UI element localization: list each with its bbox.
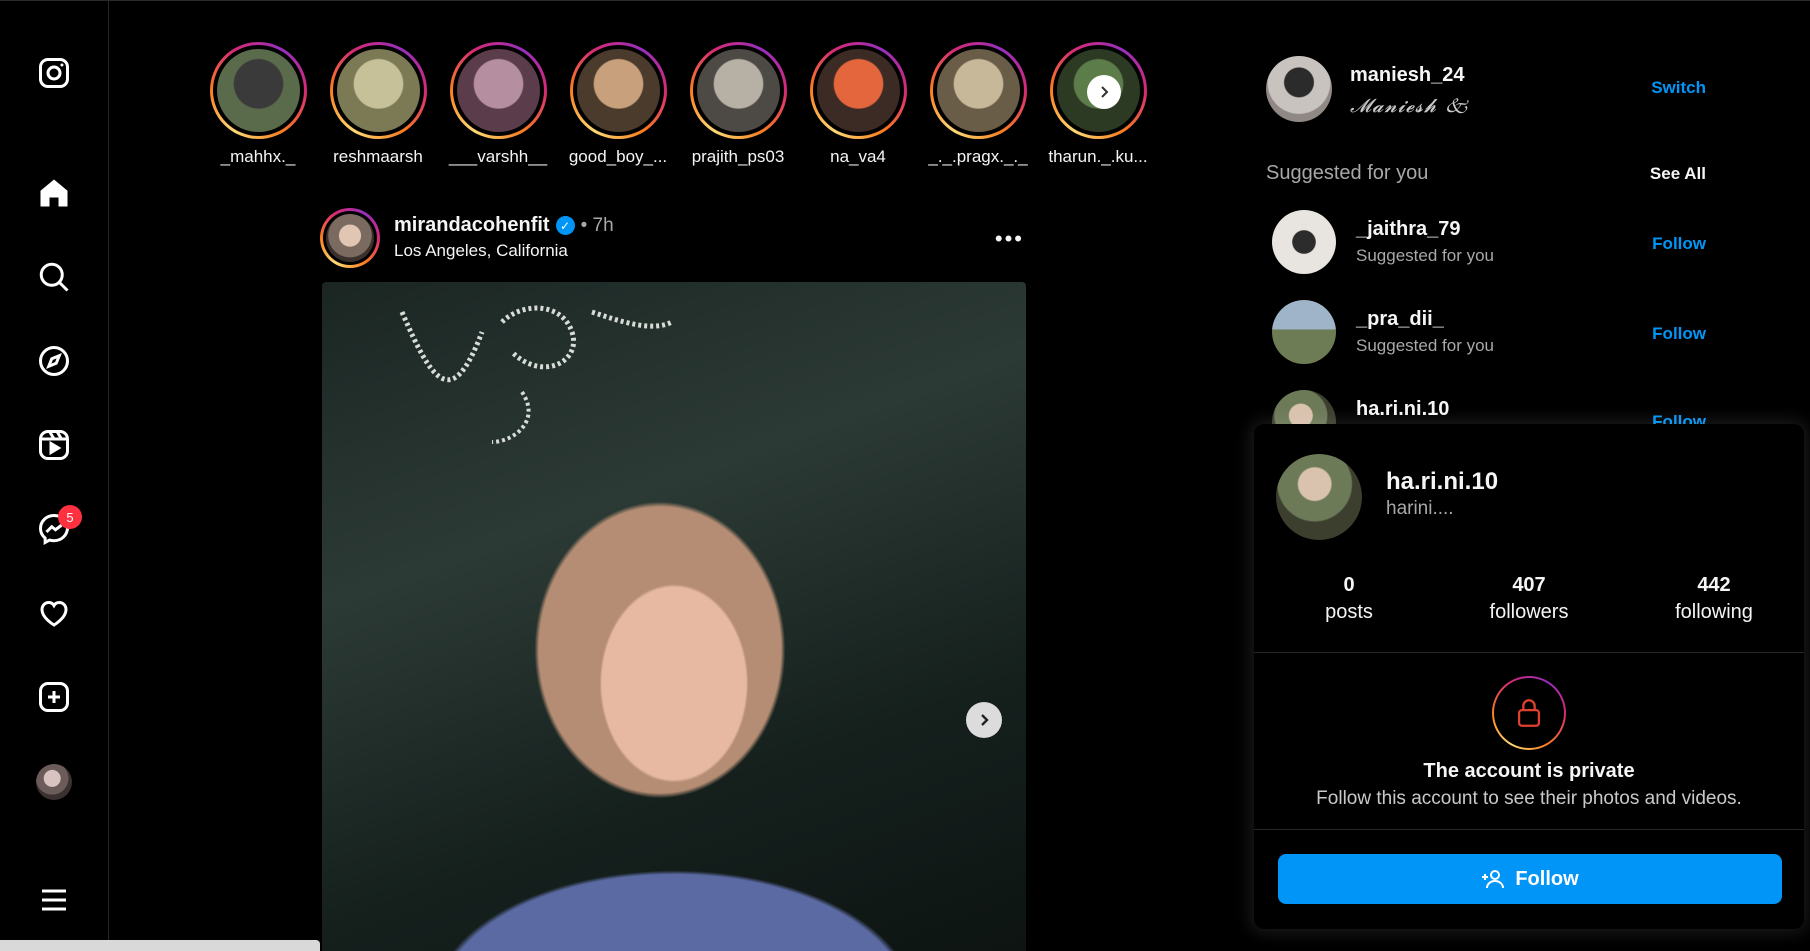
current-user-username[interactable]: maniesh_24	[1350, 64, 1465, 87]
follow-button-label: Follow	[1515, 867, 1579, 890]
chevron-right-icon	[981, 714, 989, 726]
story-avatar	[456, 49, 540, 132]
stat-label: posts	[1325, 601, 1373, 623]
create-plus-icon[interactable]	[36, 679, 72, 715]
stat-value: 442	[1697, 574, 1731, 596]
browser-status-bar	[0, 940, 320, 951]
reels-icon[interactable]	[36, 427, 72, 463]
more-options-icon[interactable]: •••	[995, 226, 1024, 252]
post-author-username[interactable]: mirandacohenfit	[394, 214, 550, 237]
explore-compass-icon[interactable]	[36, 343, 72, 379]
suggested-heading: Suggested for you	[1266, 162, 1429, 184]
lock-icon	[1492, 676, 1566, 750]
story-username: _._.pragx._._	[928, 147, 1028, 166]
hover-card-username[interactable]: ha.ri.ni.10	[1386, 468, 1498, 496]
story-username: tharun._.ku...	[1048, 147, 1148, 166]
post-location[interactable]: Los Angeles, California	[394, 241, 568, 261]
messages-badge: 5	[58, 505, 82, 529]
switch-account-button[interactable]: Switch	[1651, 78, 1706, 98]
private-account-text: Follow this account to see their photos …	[1316, 788, 1742, 809]
story-username: ___varshh__	[448, 147, 548, 166]
story-item[interactable]: na_va4	[798, 38, 918, 167]
hover-card-full-name: harini....	[1386, 498, 1454, 519]
divider	[1254, 829, 1804, 830]
post-image[interactable]	[322, 282, 1026, 951]
story-avatar	[936, 49, 1020, 132]
story-username: reshmaarsh	[333, 147, 423, 166]
follow-suggestion-button[interactable]: Follow	[1652, 324, 1706, 344]
profile-avatar[interactable]	[36, 764, 72, 800]
stat-followers: 407 followers	[1439, 574, 1619, 624]
suggestion-row: _jaithra_79 Suggested for you	[1272, 210, 1706, 276]
story-username: _mahhx._	[220, 147, 296, 166]
profile-stats: 0 posts 407 followers 442 following	[1254, 574, 1804, 630]
verified-badge-icon: ✓	[555, 216, 575, 235]
stat-label: following	[1675, 601, 1753, 623]
suggestion-avatar[interactable]	[1272, 210, 1336, 274]
story-item[interactable]: prajith_ps03	[678, 38, 798, 167]
messenger-icon[interactable]: 5	[36, 505, 82, 547]
story-avatar	[696, 49, 780, 132]
suggestion-subtitle: Suggested for you	[1356, 246, 1494, 265]
stat-value: 0	[1343, 574, 1355, 596]
story-avatar	[216, 49, 300, 132]
current-user-display-name: 𝓜𝓪𝓷𝓲𝓮𝓼𝓱 🙵	[1350, 95, 1470, 117]
hover-card-avatar[interactable]	[1276, 454, 1362, 540]
story-item[interactable]: _mahhx._	[198, 38, 318, 167]
notifications-heart-icon[interactable]	[36, 595, 72, 631]
stat-value: 407	[1512, 574, 1546, 596]
story-avatar	[816, 49, 900, 132]
suggestion-username[interactable]: ha.ri.ni.10	[1356, 398, 1449, 421]
follow-button[interactable]: Follow	[1278, 854, 1782, 904]
follow-suggestion-button[interactable]: Follow	[1652, 234, 1706, 254]
story-username: na_va4	[830, 147, 886, 166]
story-item[interactable]: good_boy_...	[558, 38, 678, 167]
profile-hover-card: ha.ri.ni.10 harini.... 0 posts 407 follo…	[1254, 424, 1804, 929]
home-icon[interactable]	[36, 175, 72, 211]
current-user-avatar[interactable]	[1266, 56, 1332, 122]
menu-hamburger-icon[interactable]	[36, 882, 72, 918]
story-item[interactable]: ___varshh__	[438, 38, 558, 167]
story-username: prajith_ps03	[691, 147, 785, 166]
private-account-title: The account is private	[1423, 760, 1635, 782]
suggestion-avatar[interactable]	[1272, 300, 1336, 364]
instagram-logo-icon[interactable]	[36, 55, 72, 91]
suggestion-username[interactable]: _pra_dii_	[1356, 308, 1444, 331]
left-sidebar: 5	[0, 0, 109, 951]
post-author-avatar[interactable]	[320, 208, 380, 268]
stat-following: 442 following	[1624, 574, 1804, 624]
neon-sign-graphic	[399, 305, 674, 444]
story-avatar	[576, 49, 660, 132]
suggestion-username[interactable]: _jaithra_79	[1356, 218, 1461, 241]
suggestion-subtitle: Suggested for you	[1356, 336, 1494, 355]
stories-next-button[interactable]	[1087, 75, 1121, 109]
see-all-button[interactable]: See All	[1650, 164, 1706, 184]
stat-label: followers	[1489, 601, 1569, 623]
story-item[interactable]: _._.pragx._._	[918, 38, 1038, 167]
top-border	[0, 0, 1810, 1]
suggestion-row: _pra_dii_ Suggested for you	[1272, 300, 1706, 366]
story-item[interactable]: reshmaarsh	[318, 38, 438, 167]
post-header: mirandacohenfit ✓ • 7h Los Angeles, Cali…	[320, 208, 1032, 270]
divider	[1254, 652, 1804, 653]
story-avatar	[336, 49, 420, 132]
post-timestamp: • 7h	[580, 214, 614, 236]
search-icon[interactable]	[36, 259, 72, 295]
add-user-icon	[1482, 870, 1505, 889]
story-username: good_boy_...	[568, 147, 668, 166]
post-next-button[interactable]	[966, 702, 1002, 738]
stories-tray: _mahhx._ reshmaarsh ___varshh__ good_boy…	[198, 38, 1158, 173]
chevron-right-icon	[1101, 86, 1109, 98]
stat-posts: 0 posts	[1259, 574, 1439, 624]
